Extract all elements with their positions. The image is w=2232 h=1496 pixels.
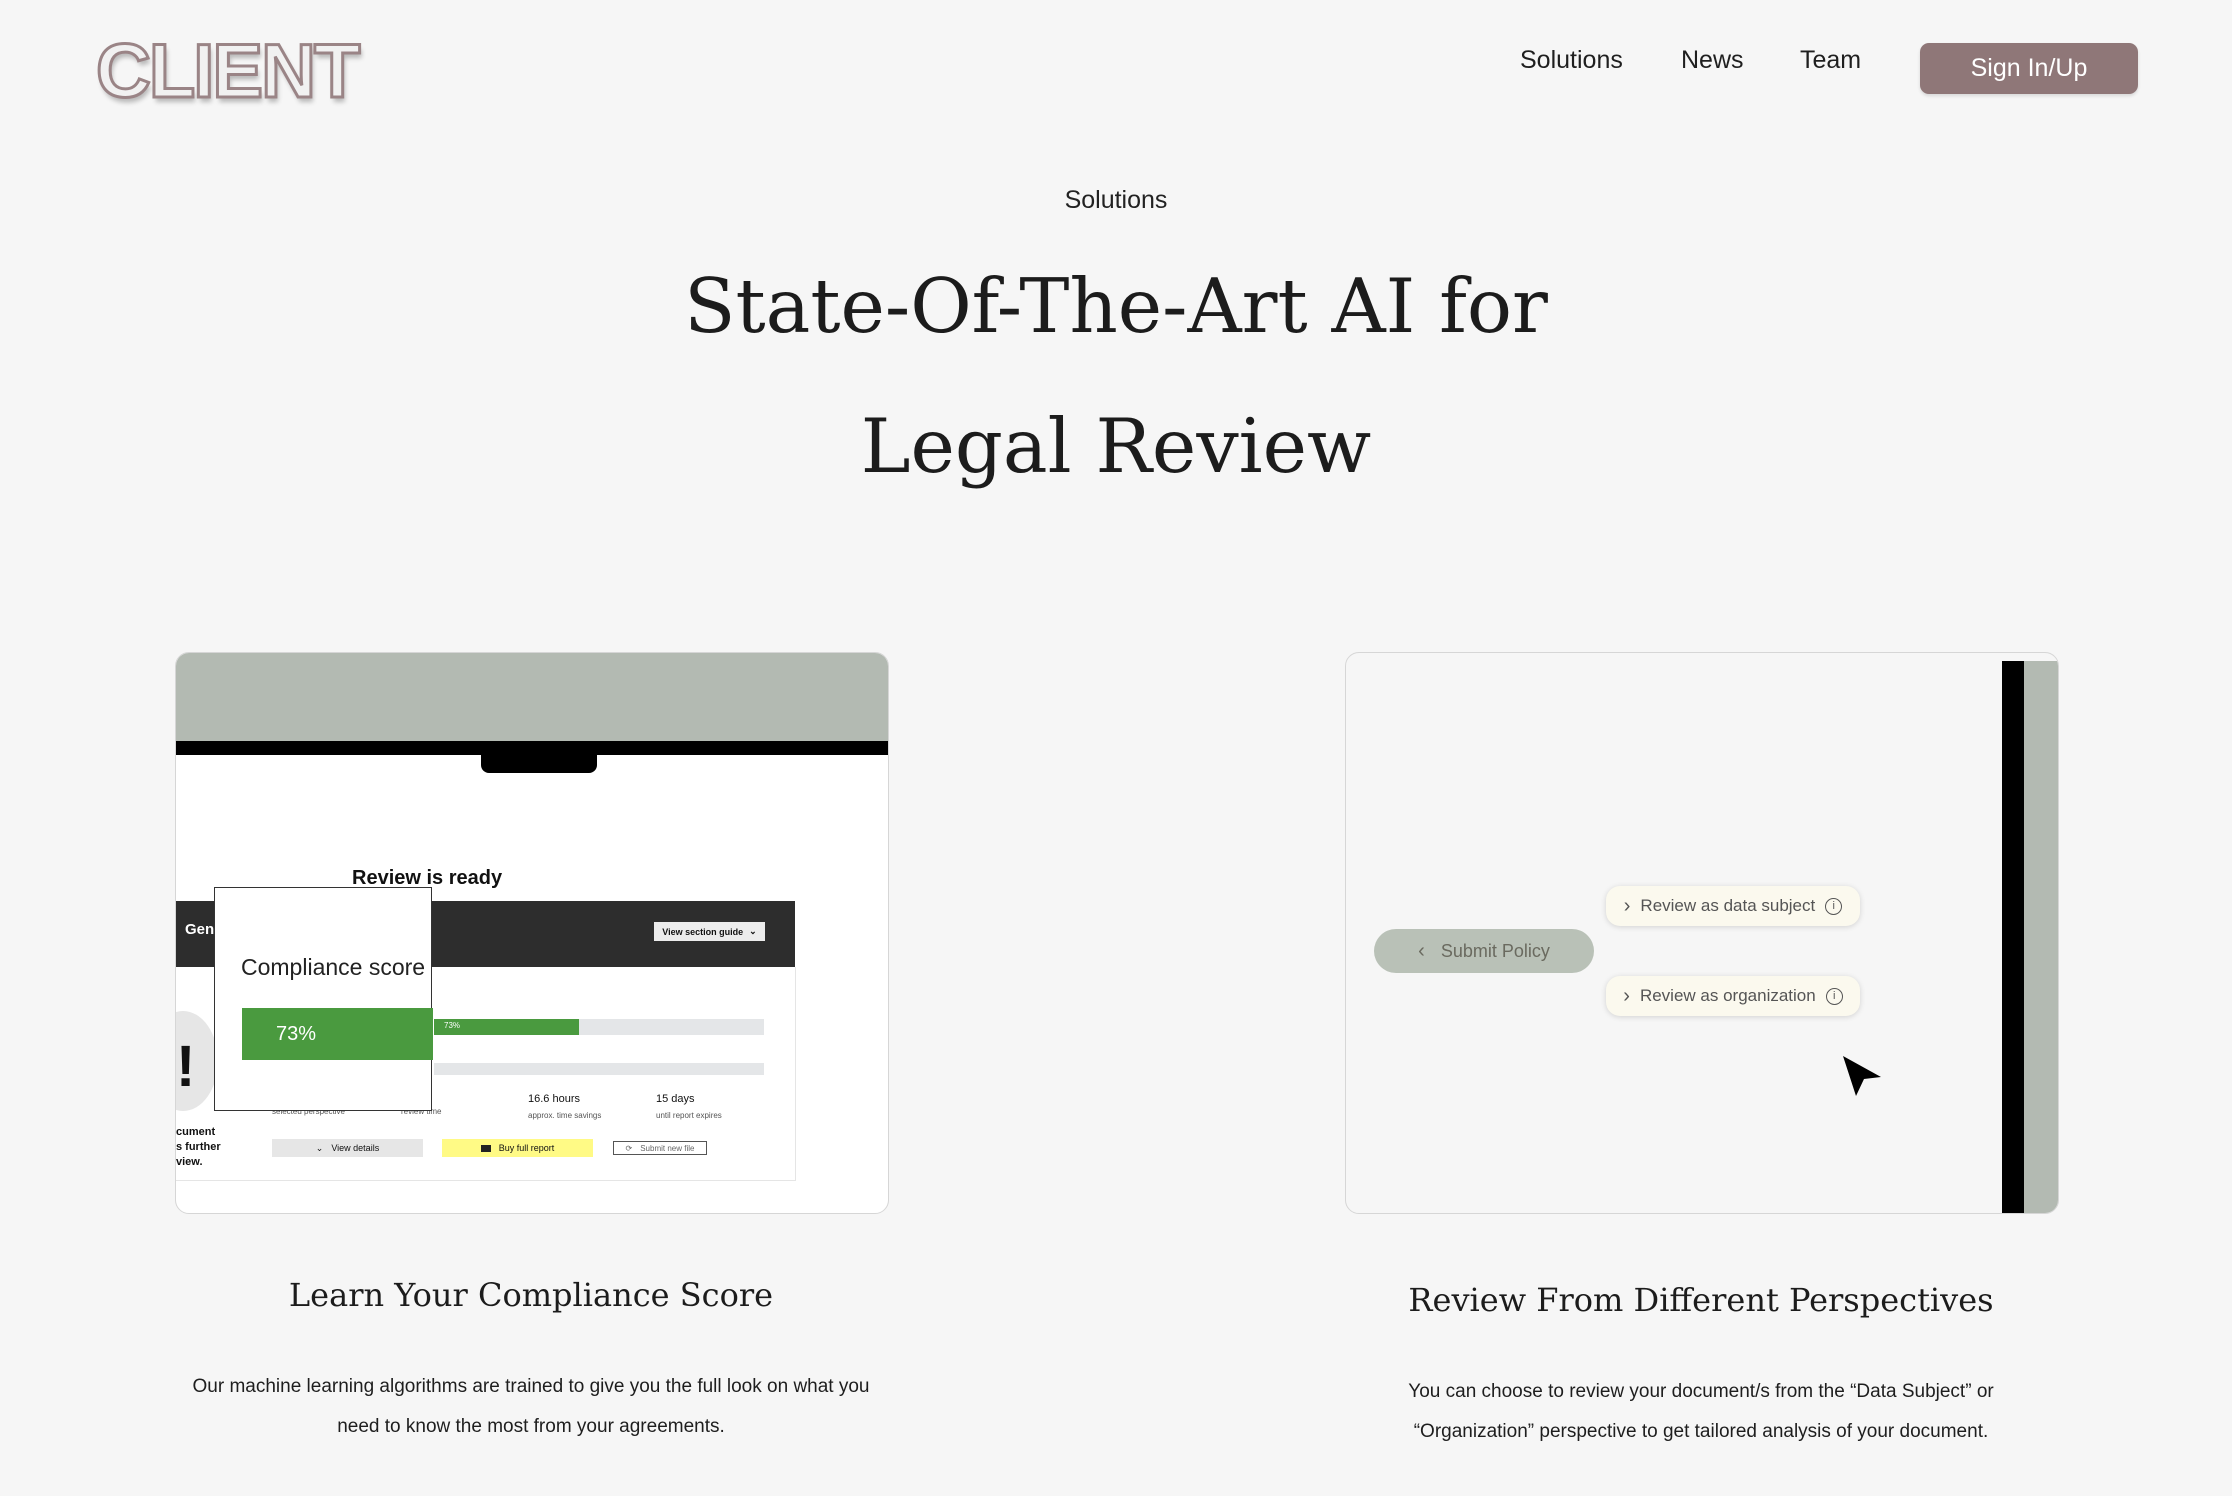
side-note-line: cument [176, 1126, 216, 1138]
feature-title-perspectives: Review From Different Perspectives [1408, 1281, 1994, 1319]
buy-full-report-label: Buy full report [498, 1143, 555, 1153]
compliance-score-label: Compliance score [241, 954, 426, 980]
feature-desc-line: You can choose to review your document/s… [1408, 1381, 1994, 1402]
nav-news[interactable]: News [1681, 46, 1744, 75]
perspectives-preview: ‹ Submit Policy › Review as data subject… [1345, 652, 2059, 1214]
chevron-down-icon: ⌄ [315, 1142, 324, 1153]
stat-time-savings: 16.6 hours approx. time savings [528, 1093, 601, 1120]
chevron-left-icon: ‹ [1418, 939, 1425, 962]
refresh-icon: ⟳ [625, 1143, 633, 1153]
submit-policy-label: Submit Policy [1440, 940, 1550, 961]
device-edge [2002, 661, 2024, 1213]
report-header-label: Gen [185, 921, 215, 938]
buy-full-report-button[interactable]: Buy full report [442, 1139, 593, 1157]
review-as-data-subject-option[interactable]: › Review as data subject i [1606, 886, 1860, 926]
secondary-progress-track [434, 1063, 764, 1075]
stat-time-savings-value: 16.6 hours [528, 1093, 580, 1105]
view-section-guide-button[interactable]: View section guide ⌄ [654, 922, 765, 941]
compliance-score-card: Compliance score 73% [214, 887, 433, 1111]
feature-desc-line: “Organization” perspective to get tailor… [1413, 1421, 1989, 1442]
compliance-progress-track: 73% [434, 1019, 764, 1035]
side-note: cument s further view. [176, 1125, 221, 1170]
review-as-organization-label: Review as organization [1639, 986, 1816, 1005]
stat-expiry: 15 days until report expires [656, 1093, 722, 1120]
feature-desc-perspectives: You can choose to review your document/s… [1321, 1372, 2081, 1452]
compliance-score-preview: Review is ready Gen View section guide ⌄… [175, 652, 889, 1214]
stat-time-savings-label: approx. time savings [528, 1111, 602, 1120]
side-note-line: view. [176, 1156, 203, 1168]
chevron-right-icon: › [1623, 894, 1631, 917]
info-icon[interactable]: i [1825, 897, 1843, 915]
stat-expiry-label: until report expires [656, 1111, 722, 1120]
feature-desc-compliance: Our machine learning algorithms are trai… [151, 1367, 911, 1447]
laptop-lid [176, 653, 888, 741]
submit-new-file-button[interactable]: ⟳ Submit new file [613, 1141, 707, 1155]
sign-in-button[interactable]: Sign In/Up [1920, 43, 2138, 94]
stat-expiry-value: 15 days [656, 1093, 695, 1105]
view-section-guide-label: View section guide [662, 926, 744, 937]
side-note-line: s further [176, 1141, 221, 1153]
hero-title: State-Of-The-Art AI for Legal Review [0, 236, 2232, 516]
exclamation-icon: ! [176, 1034, 196, 1099]
hero-title-line2: Legal Review [860, 402, 1372, 490]
camera-notch [481, 749, 597, 773]
section-eyebrow: Solutions [1064, 186, 1168, 214]
feature-desc-line: need to know the most from your agreemen… [337, 1416, 725, 1437]
hero-title-line1: State-Of-The-Art AI for [684, 262, 1548, 350]
cursor-arrow-icon [1843, 1056, 1881, 1096]
chevron-right-icon: › [1623, 984, 1630, 1007]
compliance-score-value: 73% [242, 1008, 433, 1060]
view-details-button[interactable]: ⌄ View details [272, 1139, 423, 1157]
nav-team[interactable]: Team [1800, 46, 1861, 75]
info-icon[interactable]: i [1825, 987, 1843, 1005]
view-details-label: View details [331, 1143, 380, 1153]
client-logo[interactable]: CLIENT [94, 28, 361, 116]
review-as-data-subject-label: Review as data subject [1640, 896, 1816, 915]
chevron-down-icon: ⌄ [749, 926, 757, 936]
device-side [2024, 661, 2058, 1213]
compliance-progress-label: 73% [444, 1021, 461, 1030]
nav-solutions[interactable]: Solutions [1520, 46, 1623, 75]
compliance-progress-fill: 73% [434, 1019, 579, 1035]
submit-new-file-label: Submit new file [640, 1143, 695, 1153]
submit-policy-button[interactable]: ‹ Submit Policy [1374, 929, 1594, 973]
credit-card-icon [480, 1144, 491, 1152]
feature-title-compliance: Learn Your Compliance Score [288, 1276, 774, 1314]
review-as-organization-option[interactable]: › Review as organization i [1606, 976, 1860, 1016]
feature-desc-line: Our machine learning algorithms are trai… [192, 1376, 870, 1397]
